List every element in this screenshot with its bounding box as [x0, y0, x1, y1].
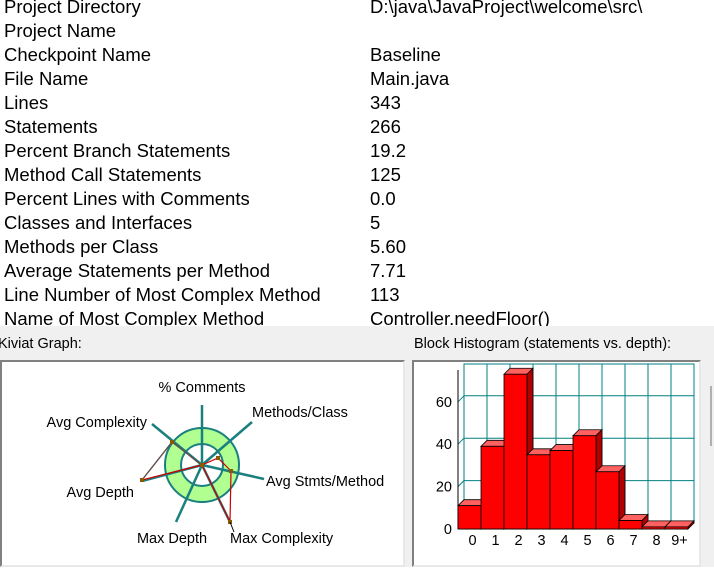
x-tick-label: 4 — [560, 533, 568, 549]
metric-value: 19.2 — [370, 140, 407, 161]
x-tick-label: 8 — [652, 533, 660, 549]
metric-label: Project Directory — [4, 0, 141, 17]
kiviat-axis-label: Avg Complexity — [47, 415, 148, 431]
x-tick-label: 9+ — [671, 533, 688, 549]
metric-label: Statements — [4, 116, 98, 137]
kiviat-point — [170, 440, 174, 444]
kiviat-title: Kiviat Graph: — [0, 336, 82, 352]
metrics-table: Project Directory D:\java\JavaProject\wel… — [0, 0, 714, 326]
metric-row: Percent Lines with Comments 0.0 — [0, 187, 714, 211]
kiviat-point — [229, 469, 233, 473]
metric-row: Methods per Class 5.60 — [0, 235, 714, 259]
metric-label: Lines — [4, 92, 49, 113]
histogram-panel: 0 20 40 60 0 1 2 3 4 5 6 7 8 9+ — [412, 360, 701, 567]
y-tick-label: 20 — [436, 480, 452, 496]
kiviat-axis-label: Max Complexity — [230, 531, 334, 547]
metric-row: Name of Most Complex Method Controller.ne… — [0, 307, 714, 326]
metric-row: File Name Main.java — [0, 67, 714, 91]
metric-label: Project Name — [4, 20, 117, 41]
metric-row: Classes and Interfaces 5 — [0, 211, 714, 235]
kiviat-axis-label: Max Depth — [137, 531, 207, 547]
x-tick-label: 3 — [537, 533, 545, 549]
kiviat-panel: % Comments Methods/Class Avg Stmts/Method M… — [0, 360, 405, 567]
metric-row: Average Statements per Method 7.71 — [0, 259, 714, 283]
x-tick-label: 1 — [491, 533, 499, 549]
metric-value: 5 — [370, 212, 381, 233]
metric-value: 7.71 — [370, 260, 407, 281]
x-tick-label: 0 — [468, 533, 476, 549]
kiviat-point — [200, 463, 204, 467]
metric-label: Methods per Class — [4, 236, 159, 257]
metric-row: Project Name — [0, 19, 714, 43]
metric-label: Line Number of Most Complex Method — [4, 284, 321, 305]
metric-label: Percent Branch Statements — [4, 140, 231, 161]
window-edge — [710, 386, 712, 446]
metric-row: Checkpoint Name Baseline — [0, 43, 714, 67]
metric-row: Percent Branch Statements 19.2 — [0, 139, 714, 163]
metric-row: Lines 343 — [0, 91, 714, 115]
metric-value: 5.60 — [370, 236, 407, 257]
metric-label: Name of Most Complex Method — [4, 308, 265, 326]
kiviat-point — [216, 456, 220, 460]
kiviat-point — [140, 478, 144, 482]
y-tick-label: 60 — [436, 395, 452, 411]
kiviat-graph: % Comments Methods/Class Avg Stmts/Method M… — [47, 380, 385, 547]
metric-label: File Name — [4, 68, 89, 89]
kiviat-axis-label: % Comments — [158, 380, 245, 396]
x-tick-label: 5 — [583, 533, 591, 549]
metric-value: 343 — [370, 92, 401, 113]
graphs-area: Kiviat Graph: % Comments Methods/Class Avg… — [0, 326, 714, 567]
metric-value: Main.java — [370, 68, 450, 89]
metric-value: 0.0 — [370, 188, 396, 209]
kiviat-axis-label: Methods/Class — [252, 405, 348, 421]
metric-row: Statements 266 — [0, 115, 714, 139]
metric-value: D:\java\JavaProject\welcome\src\ — [370, 0, 643, 17]
kiviat-axis-label: Avg Depth — [67, 485, 134, 501]
metric-value: 266 — [370, 116, 401, 137]
y-tick-label: 0 — [444, 522, 452, 538]
metric-value: Controller.needFloor() — [370, 308, 550, 326]
metric-label: Classes and Interfaces — [4, 212, 193, 233]
histogram-title: Block Histogram (statements vs. depth): — [414, 336, 672, 352]
metric-value: 125 — [370, 164, 401, 185]
metric-row: Method Call Statements 125 — [0, 163, 714, 187]
y-tick-label: 40 — [436, 437, 452, 453]
x-tick-label: 2 — [514, 533, 522, 549]
metric-row: Project Directory D:\java\JavaProject\wel… — [0, 0, 714, 19]
metric-value: Baseline — [370, 44, 441, 65]
metric-value: 113 — [370, 284, 400, 305]
metric-label: Percent Lines with Comments — [4, 188, 250, 209]
histogram-bar — [664, 519, 695, 530]
kiviat-axis-label: Avg Stmts/Method — [266, 474, 384, 490]
block-histogram: 02040600 1 2 3 4 5 6 7 8 9+ — [436, 363, 695, 549]
metric-label: Checkpoint Name — [4, 44, 152, 65]
metric-row: Line Number of Most Complex Method 113 — [0, 283, 714, 307]
x-tick-label: 7 — [629, 533, 637, 549]
x-tick-label: 6 — [606, 533, 614, 549]
metric-label: Average Statements per Method — [4, 260, 271, 281]
metric-label: Method Call Statements — [4, 164, 202, 185]
